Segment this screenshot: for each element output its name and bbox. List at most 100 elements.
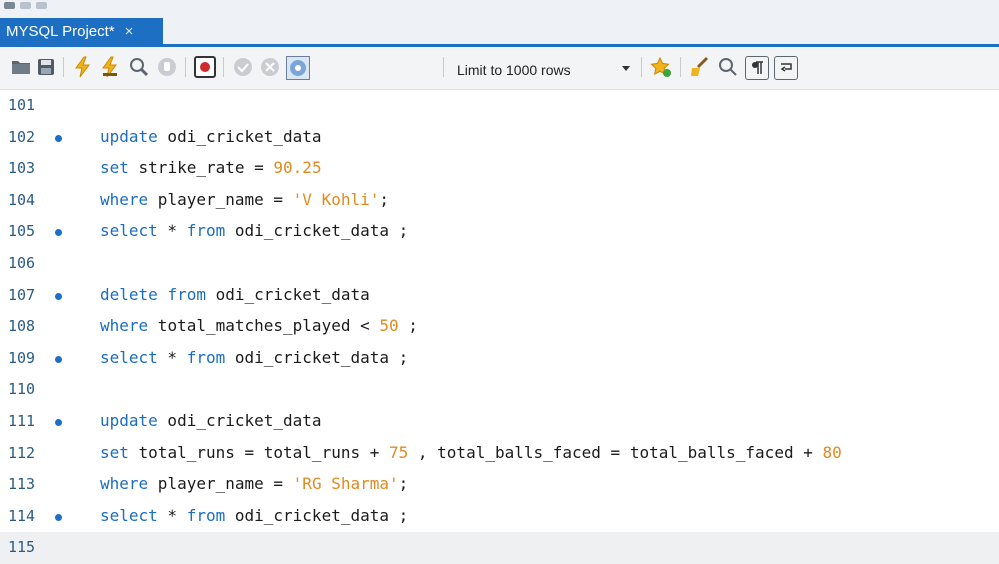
code-line[interactable]: 103 set strike_rate = 90.25 xyxy=(0,153,999,185)
code-token: update xyxy=(100,411,158,430)
line-number: 112 xyxy=(8,443,36,462)
code-text: select * from odi_cricket_data ; xyxy=(100,506,408,525)
line-number: 108 xyxy=(8,317,36,336)
code-token: odi_cricket_data ; xyxy=(225,221,409,241)
sql-code-editor[interactable]: 101 102 update odi_cricket_data 103 set stri… xyxy=(0,90,999,564)
code-line[interactable]: 106 xyxy=(0,248,999,280)
code-token: * xyxy=(157,505,187,525)
code-token: player_name = xyxy=(148,189,293,209)
statement-marker-icon xyxy=(55,419,62,426)
open-folder-icon[interactable] xyxy=(10,56,32,78)
code-token: from xyxy=(186,505,226,525)
code-token: delete xyxy=(100,284,158,304)
line-number: 102 xyxy=(8,127,36,146)
limit-rows-select[interactable]: Limit to 1000 rows xyxy=(451,59,636,81)
line-number: 113 xyxy=(8,475,36,494)
line-number: 106 xyxy=(8,254,36,272)
line-number: 101 xyxy=(8,96,36,114)
code-token: odi_cricket_data xyxy=(205,284,370,304)
window-title-strip xyxy=(0,0,999,19)
code-token: 'RG Sharma' xyxy=(292,474,399,494)
execute-lightning-icon[interactable] xyxy=(72,56,94,78)
code-token: select xyxy=(100,221,158,241)
toolbar-divider xyxy=(680,57,681,77)
line-number: 107 xyxy=(8,285,36,304)
code-line[interactable]: 111 update odi_cricket_data xyxy=(0,406,999,438)
sql-editor-toolbar: Limit to 1000 rows xyxy=(0,47,999,90)
find-icon[interactable] xyxy=(717,56,739,78)
code-line[interactable]: 115 xyxy=(0,532,999,564)
code-token: 50 xyxy=(379,316,399,336)
statement-marker-icon xyxy=(55,292,62,300)
tab-close-icon[interactable]: × xyxy=(125,23,134,40)
editor-tab-bar: MYSQL Project* × xyxy=(0,18,999,47)
code-line[interactable]: 108 where total_matches_played < 50 ; xyxy=(0,311,999,343)
limit-rows-label: Limit to 1000 rows xyxy=(457,62,571,78)
commit-icon[interactable] xyxy=(232,56,254,78)
code-line[interactable]: 113 where player_name = 'RG Sharma'; xyxy=(0,469,999,501)
code-token: ; xyxy=(398,316,418,336)
word-wrap-icon[interactable] xyxy=(774,56,798,80)
code-text: where total_matches_played < 50 ; xyxy=(100,316,418,335)
code-line[interactable]: 102 update odi_cricket_data xyxy=(0,122,999,154)
execute-statement-icon[interactable] xyxy=(99,56,121,78)
menu-icon-2[interactable] xyxy=(36,2,47,9)
toolbar-divider xyxy=(223,57,224,77)
app-icon xyxy=(4,2,15,9)
code-line[interactable]: 101 xyxy=(0,90,999,122)
code-text: set strike_rate = 90.25 xyxy=(100,158,322,177)
code-token: where xyxy=(100,316,149,336)
tab-title: MYSQL Project* xyxy=(6,22,115,40)
code-token: where xyxy=(100,474,149,494)
code-token: ; xyxy=(398,474,409,494)
toolbar-divider xyxy=(641,57,642,77)
stop-icon[interactable] xyxy=(156,56,178,78)
line-number: 110 xyxy=(8,380,36,399)
code-text: set total_runs = total_runs + 75 , total… xyxy=(100,443,842,462)
code-line[interactable]: 114 select * from odi_cricket_data ; xyxy=(0,501,999,533)
code-token: 75 xyxy=(389,442,409,462)
code-text: delete from odi_cricket_data xyxy=(100,285,370,304)
line-number: 103 xyxy=(8,159,36,178)
tab-mysql-project[interactable]: MYSQL Project* × xyxy=(0,18,163,44)
save-icon[interactable] xyxy=(35,56,57,78)
code-token: 'V Kohli' xyxy=(292,189,380,209)
statement-marker-icon xyxy=(55,134,62,142)
menu-icon[interactable] xyxy=(20,2,31,9)
statement-marker-icon xyxy=(55,229,62,237)
bookmark-star-icon[interactable] xyxy=(650,56,672,78)
invisible-chars-icon[interactable] xyxy=(745,56,769,80)
explain-magnifier-icon[interactable] xyxy=(128,56,150,78)
code-text: where player_name = 'V Kohli'; xyxy=(100,190,389,209)
line-number: 115 xyxy=(8,538,36,557)
code-token: set xyxy=(100,442,129,462)
rollback-icon[interactable] xyxy=(259,56,281,78)
code-line[interactable]: 112 set total_runs = total_runs + 75 , to… xyxy=(0,438,999,470)
toolbar-divider xyxy=(185,57,186,77)
code-text: select * from odi_cricket_data ; xyxy=(100,348,408,367)
code-line[interactable]: 109 select * from odi_cricket_data ; xyxy=(0,343,999,375)
mysql-workbench-window: MYSQL Project* × Limit to 1000 rows 101 … xyxy=(0,0,999,564)
code-token: * xyxy=(157,221,187,241)
code-line[interactable]: 104 where player_name = 'V Kohli'; xyxy=(0,185,999,217)
toggle-error-icon[interactable] xyxy=(194,56,216,78)
code-token: from xyxy=(186,221,226,241)
code-text: update odi_cricket_data xyxy=(100,411,322,430)
autocommit-toggle-icon[interactable] xyxy=(286,56,310,80)
beautify-broom-icon[interactable] xyxy=(689,56,711,78)
code-line[interactable]: 105 select * from odi_cricket_data ; xyxy=(0,216,999,248)
code-token: player_name = xyxy=(148,474,293,494)
code-token: total_runs = total_runs + xyxy=(128,442,389,462)
line-number: 105 xyxy=(8,222,36,241)
code-token: update xyxy=(100,126,158,146)
code-token: select xyxy=(100,347,158,367)
line-number: 114 xyxy=(8,506,36,525)
code-token: select xyxy=(100,505,158,525)
code-token: , total_balls_faced = total_balls_faced … xyxy=(408,442,823,462)
toolbar-divider xyxy=(443,57,444,77)
code-line[interactable]: 110 xyxy=(0,374,999,406)
toolbar-divider xyxy=(63,57,64,77)
code-line[interactable]: 107 delete from odi_cricket_data xyxy=(0,280,999,312)
statement-marker-icon xyxy=(55,355,62,363)
statement-marker-icon xyxy=(55,513,62,521)
